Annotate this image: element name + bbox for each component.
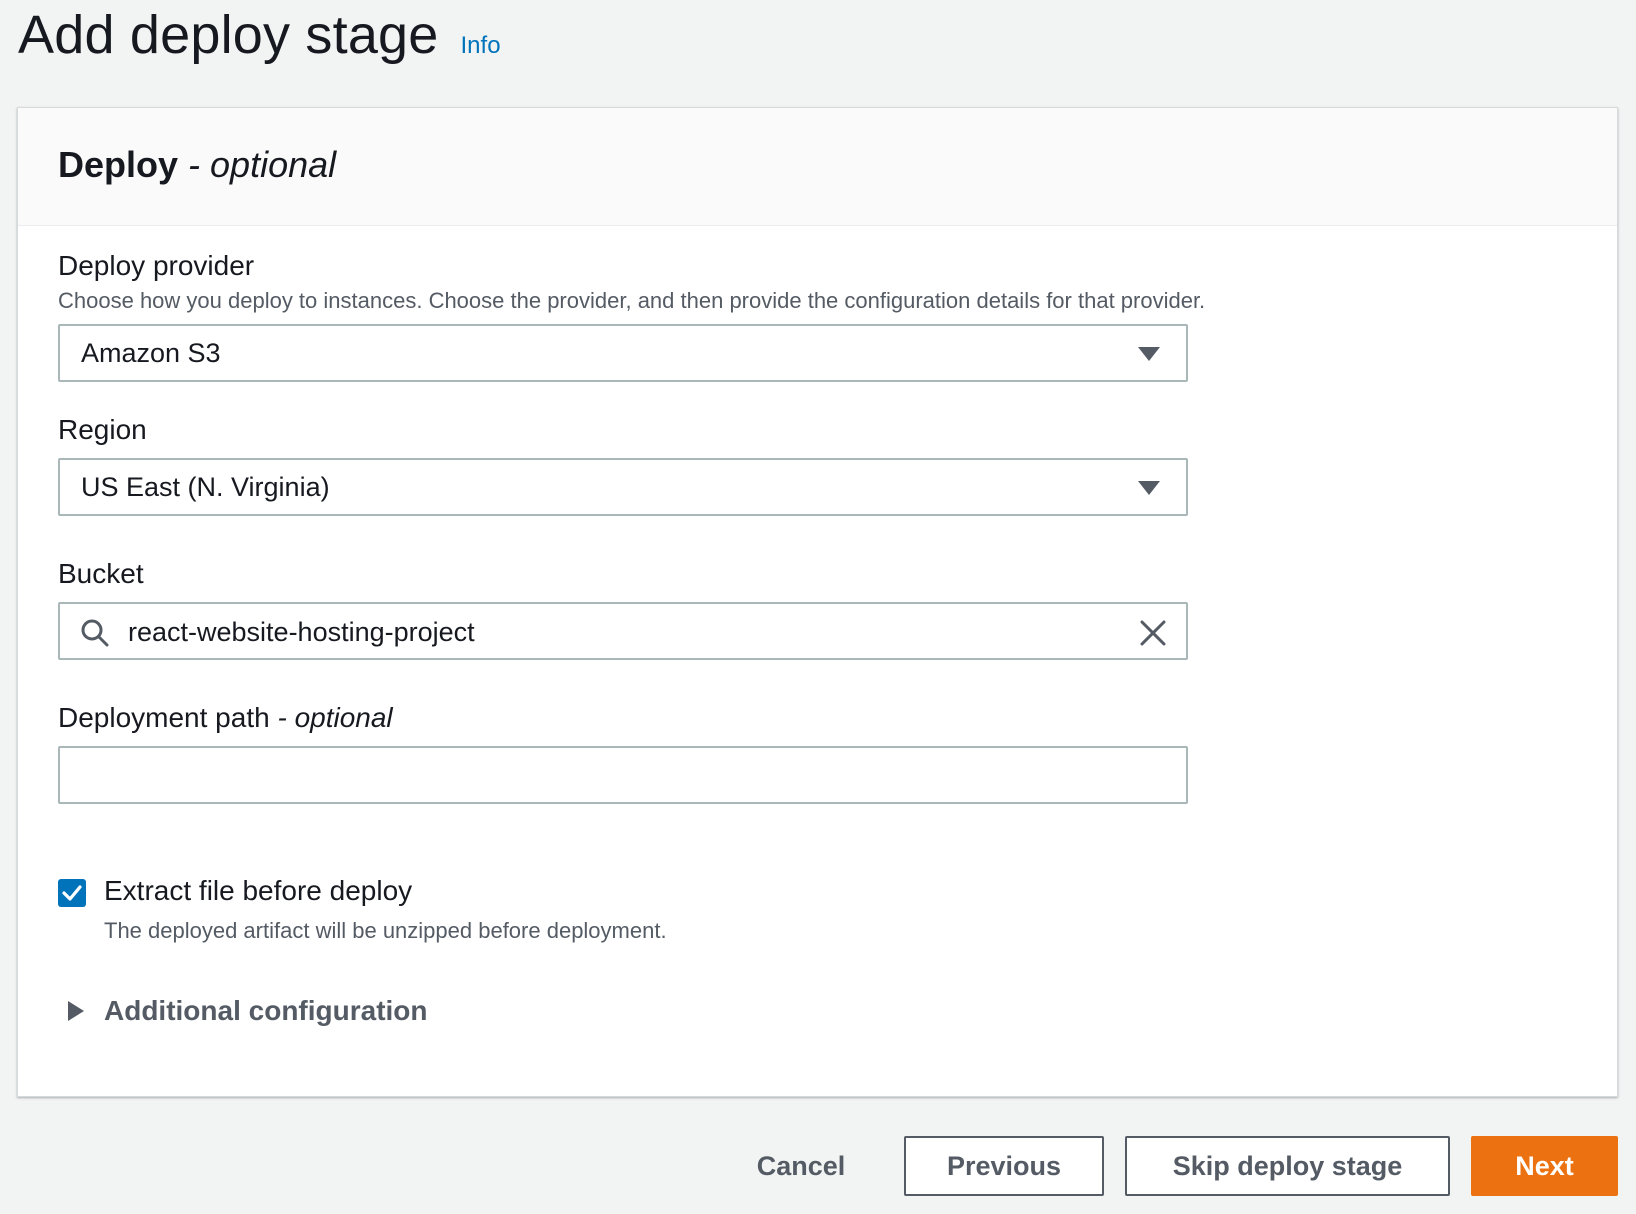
page-title: Add deploy stage [18, 5, 439, 65]
close-icon[interactable] [1138, 618, 1168, 648]
skip-deploy-stage-button[interactable]: Skip deploy stage [1125, 1136, 1450, 1196]
deployment-path-label-optional: - optional [269, 702, 393, 733]
deployment-path-label: Deployment path - optional [58, 702, 393, 734]
region-select[interactable]: US East (N. Virginia) [58, 458, 1188, 516]
deploy-provider-label: Deploy provider [58, 250, 255, 281]
page-header: Add deploy stage Info [18, 4, 501, 66]
panel-title: Deploy - optional [58, 144, 1617, 186]
next-button[interactable]: Next [1471, 1136, 1618, 1196]
deployment-path-label-text: Deployment path [58, 702, 270, 733]
bucket-label: Bucket [58, 558, 144, 589]
panel-header: Deploy - optional [18, 108, 1617, 226]
caret-down-icon [1138, 347, 1160, 361]
previous-button[interactable]: Previous [904, 1136, 1104, 1196]
region-label: Region [58, 414, 147, 445]
search-icon [81, 619, 109, 647]
deploy-panel: Deploy - optional Deploy provider Choose… [17, 107, 1618, 1097]
deploy-provider-select[interactable]: Amazon S3 [58, 324, 1188, 382]
caret-right-icon [68, 1001, 84, 1021]
bucket-search-input[interactable]: react-website-hosting-project [58, 602, 1188, 660]
region-value: US East (N. Virginia) [81, 471, 330, 502]
cancel-button[interactable]: Cancel [736, 1136, 866, 1196]
extract-file-label[interactable]: Extract file before deploy [104, 875, 412, 907]
deployment-path-input[interactable] [58, 746, 1188, 804]
info-link[interactable]: Info [461, 32, 501, 60]
extract-file-checkbox[interactable] [58, 879, 86, 907]
bucket-value: react-website-hosting-project [128, 617, 475, 647]
deploy-provider-value: Amazon S3 [81, 337, 221, 368]
additional-configuration-label: Additional configuration [104, 995, 428, 1026]
checkmark-icon [62, 885, 82, 901]
extract-file-description: The deployed artifact will be unzipped b… [104, 918, 667, 943]
additional-configuration-expander[interactable]: Additional configuration [68, 995, 428, 1027]
panel-title-text: Deploy [58, 144, 179, 185]
caret-down-icon [1138, 481, 1160, 495]
panel-title-optional: - optional [178, 144, 337, 185]
deploy-provider-description: Choose how you deploy to instances. Choo… [58, 288, 1206, 313]
